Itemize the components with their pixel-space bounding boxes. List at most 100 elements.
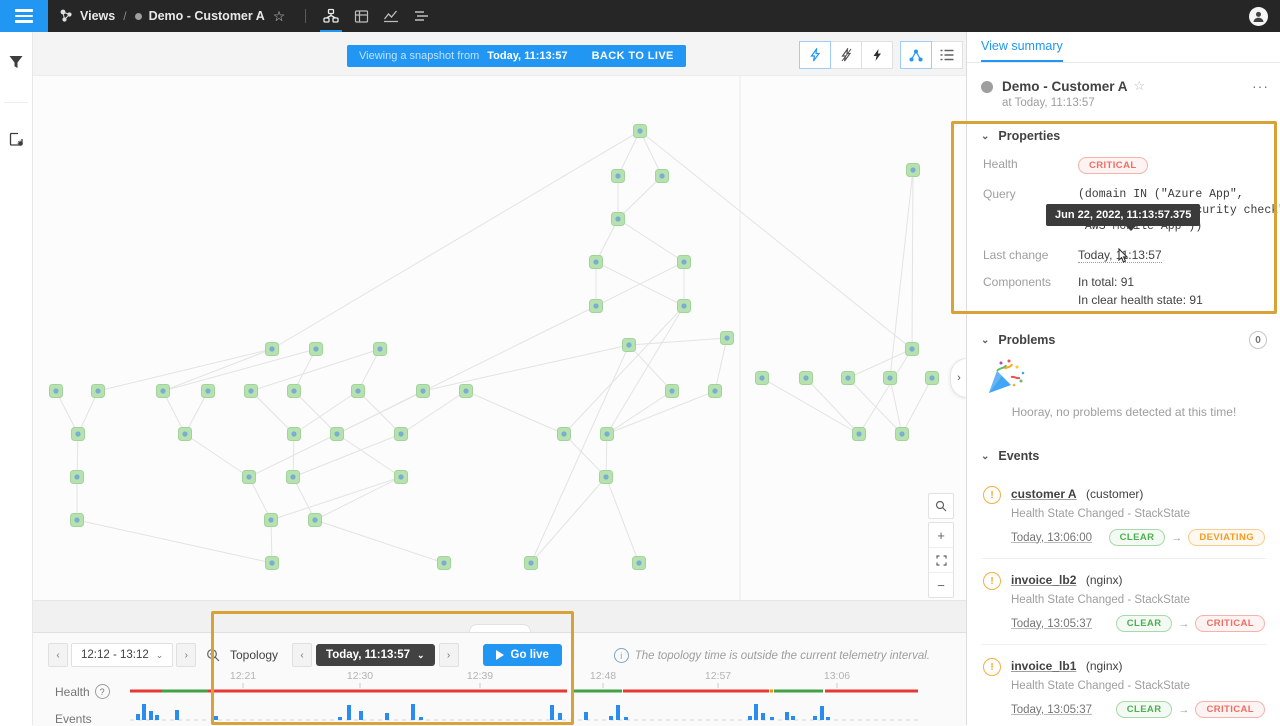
topology-node[interactable] — [678, 300, 691, 313]
event-component-name[interactable]: invoice_lb1 — [1011, 659, 1076, 673]
topology-node[interactable] — [884, 372, 897, 385]
topology-time-select[interactable]: Today, 11:13:57 ⌄ — [316, 644, 435, 666]
topology-node[interactable] — [157, 385, 170, 398]
event-card[interactable]: ! invoice_lb1 (nginx) Health State Chang… — [981, 644, 1267, 725]
view-settings-icon[interactable] — [0, 117, 32, 161]
event-time[interactable]: Today, 13:05:37 — [1011, 618, 1092, 630]
topology-node[interactable] — [525, 557, 538, 570]
topology-node[interactable] — [395, 471, 408, 484]
problems-header[interactable]: ⌄ Problems 0 — [981, 331, 1267, 349]
topology-node[interactable] — [853, 428, 866, 441]
interval-prev-button[interactable]: ‹ — [48, 643, 68, 667]
event-card[interactable]: ! invoice_lb2 (nginx) Health State Chang… — [981, 558, 1267, 644]
problems-bolt-slash-icon[interactable] — [830, 41, 862, 69]
topology-node[interactable] — [907, 164, 920, 177]
topology-node[interactable] — [245, 385, 258, 398]
topology-node[interactable] — [243, 471, 256, 484]
event-card[interactable]: ! customer A (customer) Health State Cha… — [981, 473, 1267, 558]
topology-node[interactable] — [601, 428, 614, 441]
zoom-out-icon[interactable]: − — [929, 573, 953, 597]
topology-time-prev-button[interactable]: ‹ — [292, 643, 312, 667]
topology-node[interactable] — [842, 372, 855, 385]
topology-node[interactable] — [558, 428, 571, 441]
properties-header[interactable]: ⌄ Properties — [981, 129, 1267, 143]
topology-node[interactable] — [265, 514, 278, 527]
component-icon — [74, 517, 79, 522]
topology-node[interactable] — [906, 343, 919, 356]
topology-node[interactable] — [374, 343, 387, 356]
topology-node[interactable] — [590, 256, 603, 269]
topology-time-next-button[interactable]: › — [439, 643, 459, 667]
topology-mode-icon[interactable] — [900, 41, 932, 69]
topology-node[interactable] — [709, 385, 722, 398]
topology-node[interactable] — [71, 514, 84, 527]
topology-node[interactable] — [600, 471, 613, 484]
events-header[interactable]: ⌄ Events — [981, 449, 1267, 463]
topology-node[interactable] — [721, 332, 734, 345]
health-help-icon[interactable]: ? — [95, 684, 110, 699]
topology-node[interactable] — [310, 343, 323, 356]
topology-node[interactable] — [623, 339, 636, 352]
zoom-in-icon[interactable]: + — [929, 523, 953, 548]
topology-node[interactable] — [633, 557, 646, 570]
topology-node[interactable] — [50, 385, 63, 398]
topology-node[interactable] — [72, 428, 85, 441]
topology-node[interactable] — [202, 385, 215, 398]
filter-funnel-icon[interactable] — [0, 40, 32, 84]
favorite-star-icon[interactable]: ☆ — [1134, 78, 1146, 94]
event-from-badge: CLEAR — [1116, 615, 1173, 632]
topology-node[interactable] — [460, 385, 473, 398]
event-component-name[interactable]: customer A — [1011, 487, 1077, 501]
event-component-name[interactable]: invoice_lb2 — [1011, 573, 1076, 587]
topology-view-icon[interactable] — [316, 0, 346, 32]
topology-node[interactable] — [590, 300, 603, 313]
table-view-icon[interactable] — [346, 0, 376, 32]
tab-view-summary[interactable]: View summary — [981, 39, 1063, 62]
topology-node[interactable] — [309, 514, 322, 527]
topology-node[interactable] — [612, 213, 625, 226]
problems-bolt-outline-icon[interactable] — [799, 41, 831, 69]
fit-to-screen-icon[interactable] — [929, 548, 953, 573]
topology-node[interactable] — [266, 343, 279, 356]
interval-zoom-out-icon[interactable] — [202, 644, 224, 666]
topology-node[interactable] — [800, 372, 813, 385]
topology-graph[interactable] — [32, 75, 966, 600]
favorite-star-icon[interactable]: ☆ — [273, 8, 286, 25]
topology-node[interactable] — [395, 428, 408, 441]
topology-node[interactable] — [71, 471, 84, 484]
problems-bolt-filled-icon[interactable] — [861, 41, 893, 69]
topology-node[interactable] — [266, 557, 279, 570]
breadcrumb-views[interactable]: Views — [80, 9, 115, 23]
topology-node[interactable] — [417, 385, 430, 398]
event-time[interactable]: Today, 13:05:37 — [1011, 704, 1092, 716]
topology-node[interactable] — [438, 557, 451, 570]
topology-node[interactable] — [92, 385, 105, 398]
topology-node[interactable] — [287, 471, 300, 484]
topology-node[interactable] — [634, 125, 647, 138]
topology-node[interactable] — [352, 385, 365, 398]
events-list-view-icon[interactable] — [406, 0, 436, 32]
topology-node[interactable] — [288, 385, 301, 398]
go-live-button[interactable]: Go live — [483, 644, 562, 666]
topology-node[interactable] — [756, 372, 769, 385]
user-avatar[interactable] — [1249, 7, 1268, 26]
chevron-down-icon: ⌄ — [981, 131, 989, 142]
back-to-live-button[interactable]: BACK TO LIVE — [592, 50, 674, 62]
more-options-icon[interactable]: ··· — [1252, 78, 1269, 94]
topology-node[interactable] — [666, 385, 679, 398]
telemetry-chart-view-icon[interactable] — [376, 0, 406, 32]
topology-node[interactable] — [179, 428, 192, 441]
topology-node[interactable] — [288, 428, 301, 441]
topology-node[interactable] — [331, 428, 344, 441]
topology-node[interactable] — [612, 170, 625, 183]
topology-node[interactable] — [656, 170, 669, 183]
topology-node[interactable] — [678, 256, 691, 269]
topology-node[interactable] — [926, 372, 939, 385]
interval-next-button[interactable]: › — [176, 643, 196, 667]
hamburger-menu-button[interactable] — [0, 0, 48, 32]
event-time[interactable]: Today, 13:06:00 — [1011, 532, 1092, 544]
topology-node[interactable] — [896, 428, 909, 441]
list-mode-icon[interactable] — [931, 41, 963, 69]
zoom-lens-icon[interactable] — [929, 494, 953, 518]
telemetry-interval-select[interactable]: 12:12 - 13:12 ⌄ — [71, 643, 173, 667]
